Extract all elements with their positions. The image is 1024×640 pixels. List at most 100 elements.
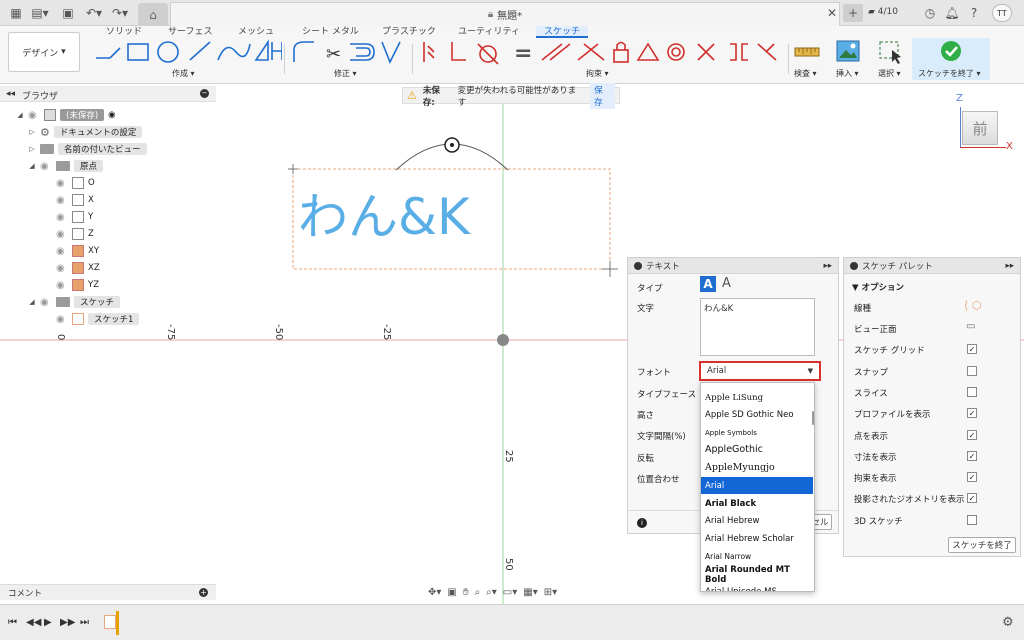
tree-item-y-axis[interactable]: ◉ Y <box>56 209 93 225</box>
job-status[interactable]: ▰ 4/10 <box>868 7 898 17</box>
minimize-icon[interactable] <box>850 261 858 270</box>
tree-item-document-settings[interactable]: ▷ ⚙ ドキュメントの設定 <box>28 124 143 140</box>
text-type-box-icon[interactable]: A <box>700 276 716 292</box>
redo-icon[interactable]: ↷▾ <box>110 4 130 22</box>
timeline-prev-icon[interactable]: ◀◀ <box>26 617 41 628</box>
visibility-eye-icon[interactable]: ◉ <box>40 297 52 308</box>
tree-item-x-axis[interactable]: ◉ X <box>56 192 94 208</box>
expand-triangle-icon[interactable]: ▷ <box>28 145 36 153</box>
font-select[interactable]: Arial ▼ <box>699 361 821 381</box>
group-constraints[interactable]: 拘束 ▾ <box>586 68 609 79</box>
expand-icon[interactable]: ▸▸ <box>1005 261 1014 271</box>
finish-sketch-button[interactable]: スケッチを終了 ▾ <box>912 38 990 80</box>
text-type-path-icon[interactable]: A <box>722 276 731 291</box>
visibility-eye-icon[interactable]: ◉ <box>40 161 52 172</box>
font-option[interactable]: Arial Narrow <box>701 548 813 565</box>
font-option[interactable]: Arial Hebrew Scholar <box>701 530 813 547</box>
home-tab[interactable]: ⌂ <box>138 3 168 26</box>
visibility-eye-icon[interactable]: ◉ <box>28 110 40 121</box>
undo-icon[interactable]: ↶▾ <box>84 4 104 22</box>
tree-item-z-axis[interactable]: ◉ Z <box>56 226 94 242</box>
display-settings-icon[interactable]: ▭▾ <box>503 587 517 598</box>
3d-sketch-checkbox[interactable] <box>967 515 977 525</box>
font-option-selected[interactable]: Arial <box>701 477 813 494</box>
grid-settings-icon[interactable]: ▦▾ <box>523 587 537 598</box>
tab-surface[interactable]: サーフェス <box>168 26 212 38</box>
tree-item-xy-plane[interactable]: ◉ XY <box>56 243 99 259</box>
collapse-triangle-icon[interactable]: ◢ <box>28 162 36 170</box>
timeline-next-icon[interactable]: ▶▶ <box>60 617 75 628</box>
tab-sketch[interactable]: スケッチ <box>536 26 589 38</box>
browser-header[interactable]: ◂◂ ブラウザ − <box>0 86 216 102</box>
minimize-icon[interactable] <box>634 261 642 270</box>
font-option[interactable]: Arial Rounded MT Bold <box>701 565 813 585</box>
font-option[interactable]: Arial Hebrew <box>701 512 813 529</box>
visibility-eye-icon[interactable]: ◉ <box>56 314 68 325</box>
visibility-eye-icon[interactable]: ◉ <box>56 212 68 223</box>
tree-item-origin-point[interactable]: ◉ O <box>56 175 95 191</box>
sketch-text[interactable]: わん&K <box>298 188 471 246</box>
view-cube[interactable]: Z X 前 <box>952 93 1014 155</box>
tab-mesh[interactable]: メッシュ <box>238 26 274 38</box>
slice-checkbox[interactable] <box>967 387 977 397</box>
gear-icon[interactable]: ⚙ <box>1002 615 1014 630</box>
show-projected-checkbox[interactable]: ✓ <box>967 493 977 503</box>
dropdown-scrollbar[interactable] <box>812 411 814 425</box>
look-at-icon[interactable]: ▣ <box>447 587 456 598</box>
timeline-play-icon[interactable]: ▶ <box>44 617 52 628</box>
text-dialog-header[interactable]: テキスト ▸▸ <box>628 258 838 274</box>
font-option[interactable]: AppleGothic <box>701 441 813 458</box>
font-option[interactable]: Arial Black <box>701 495 813 512</box>
font-option[interactable]: Apple LiSung <box>701 389 813 406</box>
show-points-checkbox[interactable]: ✓ <box>967 430 977 440</box>
font-option[interactable]: Arial Unicode MS <box>701 583 813 592</box>
tree-item-yz-plane[interactable]: ◉ YZ <box>56 277 99 293</box>
tab-sheet-metal[interactable]: シート メタル <box>302 26 359 38</box>
info-icon[interactable]: i <box>637 518 647 528</box>
visibility-eye-icon[interactable]: ◉ <box>56 195 68 206</box>
group-insert[interactable]: 挿入 ▾ <box>836 68 859 79</box>
insert-image-icon[interactable] <box>836 40 860 62</box>
look-at-icon[interactable]: ▭ <box>966 321 975 332</box>
close-tab-icon[interactable]: ✕ <box>822 4 842 22</box>
tree-item-sketch1[interactable]: ◉ スケッチ1 <box>56 311 140 327</box>
user-avatar[interactable]: TT <box>992 4 1012 22</box>
document-tab[interactable]: 🔒︎ 無題* <box>170 2 840 26</box>
font-option[interactable]: Apple SD Gothic Neo <box>701 406 813 423</box>
palette-finish-sketch-button[interactable]: スケッチを終了 <box>948 537 1016 553</box>
tree-item-xz-plane[interactable]: ◉ XZ <box>56 260 100 276</box>
grid-menu-icon[interactable]: ▦ <box>6 4 26 22</box>
expand-icon[interactable]: ▸▸ <box>823 261 832 271</box>
workspace-switcher[interactable]: デザイン ▾ <box>8 32 80 72</box>
save-icon[interactable]: ▣ <box>58 4 78 22</box>
pan-icon[interactable]: ✋︎ <box>463 587 469 598</box>
new-tab-icon[interactable]: + <box>843 4 863 22</box>
tree-item-origin[interactable]: ◢ ◉ 原点 <box>28 158 104 174</box>
visibility-eye-icon[interactable]: ◉ <box>56 246 68 257</box>
group-inspect[interactable]: 検査 ▾ <box>794 68 817 79</box>
timeline-end-icon[interactable]: ⏭ <box>80 617 89 628</box>
orbit-icon[interactable]: ✥▾ <box>428 587 441 598</box>
group-select[interactable]: 選択 ▾ <box>878 68 901 79</box>
bell-icon[interactable]: 🔔︎ <box>942 4 962 22</box>
font-option[interactable]: Apple Symbols <box>701 424 813 441</box>
collapse-icon[interactable]: ◂◂ <box>6 89 15 99</box>
tab-solid[interactable]: ソリッド <box>106 26 142 38</box>
measure-icon[interactable] <box>794 44 820 60</box>
tree-item-sketches[interactable]: ◢ ◉ スケッチ <box>28 294 121 310</box>
timeline-marker[interactable] <box>116 611 119 635</box>
expand-triangle-icon[interactable]: ▷ <box>28 128 36 136</box>
activate-radio-icon[interactable]: ◉ <box>108 110 115 120</box>
select-icon[interactable] <box>878 40 904 64</box>
text-content-field[interactable]: わん&K <box>700 298 815 356</box>
show-profile-checkbox[interactable]: ✓ <box>967 408 977 418</box>
font-dropdown[interactable]: Apple LiSung Apple SD Gothic Neo Apple S… <box>700 382 815 592</box>
visibility-eye-icon[interactable]: ◉ <box>56 280 68 291</box>
browser-minimize-icon[interactable]: − <box>200 89 209 98</box>
group-modify[interactable]: 修正 ▾ <box>334 68 357 79</box>
show-dimensions-checkbox[interactable]: ✓ <box>967 451 977 461</box>
collapse-triangle-icon[interactable]: ◢ <box>16 111 24 119</box>
viewports-icon[interactable]: ⊞▾ <box>544 587 557 598</box>
timeline-sketch-feature-icon[interactable] <box>104 615 116 629</box>
tree-item-named-views[interactable]: ▷ 名前の付いたビュー <box>28 141 147 157</box>
